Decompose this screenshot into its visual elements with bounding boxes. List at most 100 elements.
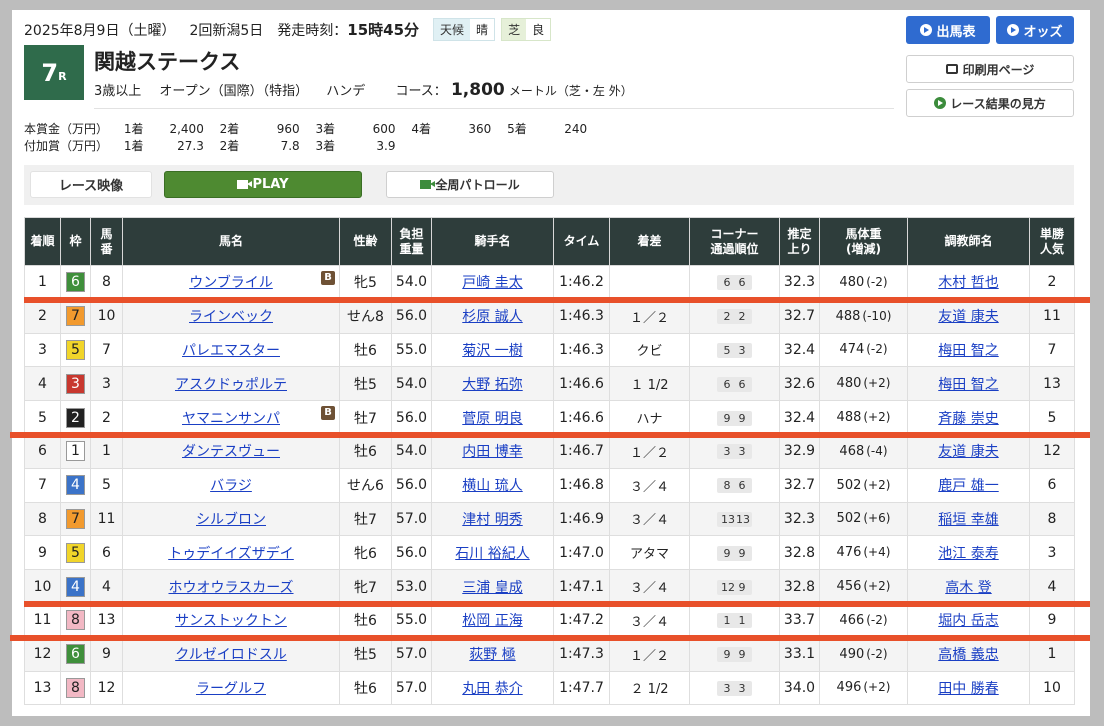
time-cell: 1:46.8 <box>553 467 610 503</box>
main-prize-row: 本賞金（万円） 1着 2,400 2着 960 3着 600 4着 360 5着 240 <box>24 120 599 137</box>
trainer-name-link[interactable]: 田中 勝春 <box>938 681 998 697</box>
trainer-name-link[interactable]: 高木 登 <box>945 580 991 596</box>
horse-name-link[interactable]: ダンテスヴュー <box>182 444 280 460</box>
race-date: 2025年8月9日（土曜） <box>24 22 176 39</box>
trainer-name-link[interactable]: 堀内 岳志 <box>938 613 998 629</box>
body-weight-cell: 456 (+2) <box>819 569 908 604</box>
corner-1: 2 <box>723 310 731 324</box>
jockey-name-link[interactable]: 杉原 誠人 <box>462 309 522 325</box>
play-video-button[interactable]: PLAY <box>164 171 362 198</box>
horse-name-link[interactable]: トゥデイイズザデイ <box>168 546 294 562</box>
margin-cell: ３／４ <box>609 602 690 638</box>
margin-cell: ３／４ <box>609 501 690 537</box>
umaban-cell: 11 <box>90 501 123 537</box>
horse-name-link[interactable]: クルゼイロドスル <box>175 647 287 663</box>
trainer-name-link[interactable]: 友道 康夫 <box>938 444 998 460</box>
trainer-name-link[interactable]: 高橋 義忠 <box>938 647 998 663</box>
trainer-name-link[interactable]: 梅田 智之 <box>938 377 998 393</box>
distance-unit: メートル（芝・左 外） <box>508 84 633 98</box>
horse-name-link[interactable]: ラーグルフ <box>196 681 266 697</box>
body-weight-diff: (-2) <box>866 612 888 627</box>
trainer-name-link[interactable]: 池江 泰寿 <box>938 546 998 562</box>
jockey-name-link[interactable]: 大野 拓弥 <box>462 377 522 393</box>
margin-cell: アタマ <box>609 535 690 571</box>
jockey-name-link[interactable]: 菊沢 一樹 <box>462 343 522 359</box>
body-weight-diff: (-4) <box>866 443 888 458</box>
last3f-cell: 33.7 <box>779 602 820 638</box>
print-page-button[interactable]: 印刷用ページ <box>906 55 1074 83</box>
waku-cell: 3 <box>60 366 91 402</box>
waku-cell: 6 <box>60 265 91 300</box>
jockey-name-link[interactable]: 荻野 極 <box>469 647 515 663</box>
horse-name-link[interactable]: ウンブライル <box>189 275 273 291</box>
jockey-name-link[interactable]: 津村 明秀 <box>462 512 522 528</box>
race-distance: 1,800 <box>450 80 505 100</box>
rank-cell: 1 <box>24 265 61 300</box>
body-weight: 468 <box>839 443 865 459</box>
horse-name-link[interactable]: サンストックトン <box>175 613 287 629</box>
table-row: 7 4 5 バラジ せん6 56.0 横山 琉人 1:46.8 ３／４ 86 3… <box>24 467 1075 503</box>
trainer-cell: 友道 康夫 <box>907 433 1030 469</box>
jockey-name-link[interactable]: 菅原 明良 <box>462 411 522 427</box>
time-cell: 1:46.2 <box>553 265 610 300</box>
corner-2: 6 <box>738 276 746 290</box>
rank-cell: 4 <box>24 366 61 402</box>
corner-2: 2 <box>738 310 746 324</box>
patrol-video-button[interactable]: 全周パトロール <box>386 171 554 198</box>
trainer-cell: 梅田 智之 <box>907 332 1030 368</box>
sex-age-cell: 牡7 <box>339 400 392 435</box>
horse-name-link[interactable]: ホウオウラスカーズ <box>168 580 293 596</box>
col-last3f: 推定 上り <box>779 217 820 266</box>
jockey-name-link[interactable]: 丸田 恭介 <box>462 681 522 697</box>
horse-cell: ラーグルフ <box>122 670 340 706</box>
body-weight: 488 <box>835 308 861 324</box>
corner-2: 3 <box>738 343 746 357</box>
umaban-cell: 7 <box>90 332 123 368</box>
jockey-name-link[interactable]: 松岡 正海 <box>462 613 522 629</box>
horse-name-link[interactable]: アスクドゥポルテ <box>175 377 287 393</box>
race-weight-rule: ハンデ <box>326 84 366 99</box>
body-weight: 474 <box>839 342 865 358</box>
body-weight-cell: 474 (-2) <box>819 332 908 368</box>
trainer-name-link[interactable]: 斉藤 崇史 <box>938 411 998 427</box>
jockey-name-link[interactable]: 内田 博幸 <box>462 444 522 460</box>
margin-cell: ３／４ <box>609 467 690 503</box>
main-prize-label: 本賞金（万円） <box>24 122 109 136</box>
horse-name-link[interactable]: パレエマスター <box>182 343 280 359</box>
jockey-name-link[interactable]: 横山 琉人 <box>462 478 522 494</box>
body-weight-cell: 488 (+2) <box>819 400 908 435</box>
corner-order: 66 <box>717 376 752 392</box>
col-body-weight: 馬体重 (増減) <box>819 217 908 266</box>
table-row: 1 6 8 ウンブライル B 牝5 54.0 戸崎 圭太 1:46.2 66 32… <box>24 265 1075 300</box>
corner-2: 9 <box>738 411 746 425</box>
table-row: 5 2 2 ヤマニンサンパ B 牡7 56.0 菅原 明良 1:46.6 ハナ 9… <box>24 400 1075 435</box>
trainer-name-link[interactable]: 鹿戸 雄一 <box>938 478 998 494</box>
waku-badge: 4 <box>66 475 85 496</box>
table-row: 2 7 10 ラインベック せん8 56.0 杉原 誠人 1:46.3 １／２ … <box>24 298 1075 334</box>
horse-name-link[interactable]: シルブロン <box>196 512 266 528</box>
jockey-cell: 津村 明秀 <box>431 501 554 537</box>
trainer-name-link[interactable]: 木村 哲也 <box>938 275 998 291</box>
jockey-name-link[interactable]: 戸崎 圭太 <box>462 275 522 291</box>
jockey-name-link[interactable]: 石川 裕紀人 <box>455 546 529 562</box>
race-number: 7 <box>41 58 59 87</box>
extra-prize-label: 付加賞（万円） <box>24 139 109 153</box>
waku-badge: 7 <box>66 508 85 529</box>
corner-cell: 99 <box>689 535 780 571</box>
weight-cell: 55.0 <box>391 602 432 638</box>
umaban-cell: 10 <box>90 298 123 334</box>
col-waku: 枠 <box>60 217 91 266</box>
trainer-name-link[interactable]: 友道 康夫 <box>938 309 998 325</box>
horse-name-link[interactable]: バラジ <box>210 478 252 494</box>
horse-name-link[interactable]: ヤマニンサンパ <box>182 411 280 427</box>
race-info-line: 2025年8月9日（土曜） 2回新潟5日 発走時刻： 15時45分 天候 晴 芝… <box>24 18 557 41</box>
trainer-name-link[interactable]: 稲垣 幸雄 <box>938 512 998 528</box>
odds-button[interactable]: オッズ <box>996 16 1074 44</box>
trainer-name-link[interactable]: 梅田 智之 <box>938 343 998 359</box>
jockey-name-link[interactable]: 三浦 皇成 <box>462 580 522 596</box>
prize-amount: 7.8 <box>280 139 300 153</box>
howto-results-button[interactable]: レース結果の見方 <box>906 89 1074 117</box>
entries-button[interactable]: 出馬表 <box>906 16 990 44</box>
horse-name-link[interactable]: ラインベック <box>189 309 273 325</box>
annotation-underline <box>24 601 1090 608</box>
